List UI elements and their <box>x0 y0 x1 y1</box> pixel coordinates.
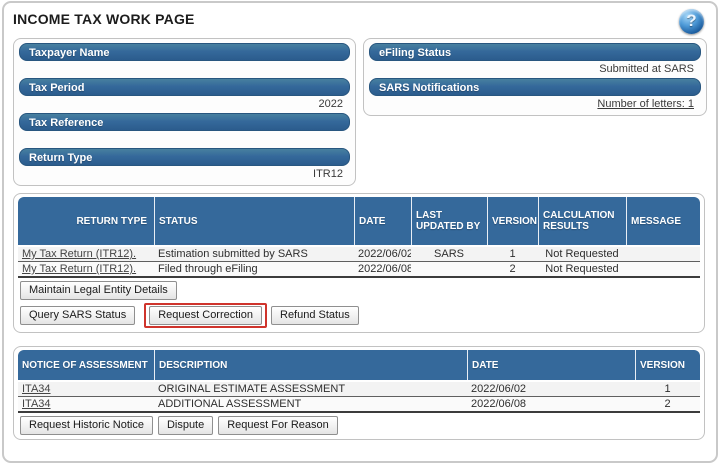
notice-date-cell: 2022/06/08 <box>467 397 635 413</box>
request-for-reason-button[interactable]: Request For Reason <box>218 416 338 435</box>
notice-version-cell: 1 <box>635 380 700 397</box>
maintain-legal-entity-details-button[interactable]: Maintain Legal Entity Details <box>20 281 177 300</box>
taxpayer-info-panel: Taxpayer Name Tax Period 2022 Tax Refere… <box>13 38 356 186</box>
ita34-link[interactable]: ITA34 <box>22 383 51 395</box>
returns-table: RETURN TYPE STATUS DATE LAST UPDATED BY … <box>18 197 700 278</box>
tax-period-value: 2022 <box>19 96 350 113</box>
version-cell: 2 <box>487 262 538 278</box>
work-page-frame: INCOME TAX WORK PAGE ? Taxpayer Name Tax… <box>2 1 718 463</box>
status-cell: Filed through eFiling <box>154 262 354 278</box>
notice-row-2: ITA34 ADDITIONAL ASSESSMENT 2022/06/08 2 <box>18 397 700 413</box>
message-cell <box>626 262 700 278</box>
return-row-1: My Tax Return (ITR12). Estimation submit… <box>18 245 700 262</box>
query-sars-status-button[interactable]: Query SARS Status <box>20 306 135 325</box>
tax-reference-value <box>19 131 350 148</box>
info-panels: Taxpayer Name Tax Period 2022 Tax Refere… <box>13 38 707 186</box>
col-status: STATUS <box>154 197 354 245</box>
sars-notifications-header: SARS Notifications <box>369 78 701 96</box>
notices-section: NOTICE OF ASSESSMENT DESCRIPTION DATE VE… <box>13 346 705 440</box>
return-row-2: My Tax Return (ITR12). Filed through eFi… <box>18 262 700 278</box>
notices-table: NOTICE OF ASSESSMENT DESCRIPTION DATE VE… <box>18 350 700 413</box>
version-cell: 1 <box>487 245 538 262</box>
message-cell <box>626 245 700 262</box>
efiling-status-value: Submitted at SARS <box>369 61 701 78</box>
date-cell: 2022/06/08 <box>354 262 411 278</box>
description-cell: ORIGINAL ESTIMATE ASSESSMENT <box>154 380 467 397</box>
status-info-panel: eFiling Status Submitted at SARS SARS No… <box>363 38 707 116</box>
col-message: MESSAGE <box>626 197 700 245</box>
col-version: VERSION <box>487 197 538 245</box>
request-historic-notice-button[interactable]: Request Historic Notice <box>20 416 153 435</box>
calculation-results-cell: Not Requested <box>538 245 626 262</box>
status-cell: Estimation submitted by SARS <box>154 245 354 262</box>
my-tax-return-link[interactable]: My Tax Return (ITR12). <box>22 263 136 275</box>
return-type-cell: My Tax Return (ITR12). <box>18 262 154 278</box>
return-type-header: Return Type <box>19 148 350 166</box>
sars-notifications-value: Number of letters: 1 <box>369 96 701 113</box>
col-date: DATE <box>354 197 411 245</box>
col-last-updated-by: LAST UPDATED BY <box>411 197 487 245</box>
col-notice-date: DATE <box>467 350 635 380</box>
returns-buttons-row-1: Maintain Legal Entity Details <box>20 281 700 300</box>
col-notice-version: VERSION <box>635 350 700 380</box>
notice-cell: ITA34 <box>18 380 154 397</box>
col-calculation-results: CALCULATION RESULTS <box>538 197 626 245</box>
calculation-results-cell: Not Requested <box>538 262 626 278</box>
notices-buttons-row: Request Historic Notice Dispute Request Fo… <box>20 416 700 435</box>
notice-date-cell: 2022/06/02 <box>467 380 635 397</box>
taxpayer-name-header: Taxpayer Name <box>19 43 350 61</box>
my-tax-return-link[interactable]: My Tax Return (ITR12). <box>22 248 136 260</box>
description-cell: ADDITIONAL ASSESSMENT <box>154 397 467 413</box>
return-type-value: ITR12 <box>19 166 350 183</box>
tax-period-header: Tax Period <box>19 78 350 96</box>
efiling-status-header: eFiling Status <box>369 43 701 61</box>
ita34-link[interactable]: ITA34 <box>22 398 51 410</box>
notice-version-cell: 2 <box>635 397 700 413</box>
notice-cell: ITA34 <box>18 397 154 413</box>
returns-header-row: RETURN TYPE STATUS DATE LAST UPDATED BY … <box>18 197 700 245</box>
return-type-cell: My Tax Return (ITR12). <box>18 245 154 262</box>
page-title: INCOME TAX WORK PAGE <box>13 8 195 27</box>
taxpayer-name-value <box>19 61 350 78</box>
col-description: DESCRIPTION <box>154 350 467 380</box>
col-return-type: RETURN TYPE <box>18 197 154 245</box>
col-notice-of-assessment: NOTICE OF ASSESSMENT <box>18 350 154 380</box>
help-icon[interactable]: ? <box>679 9 704 34</box>
number-of-letters-link[interactable]: Number of letters: 1 <box>597 98 694 110</box>
date-cell: 2022/06/02 <box>354 245 411 262</box>
returns-section: RETURN TYPE STATUS DATE LAST UPDATED BY … <box>13 193 705 333</box>
refund-status-button[interactable]: Refund Status <box>271 306 359 325</box>
last-updated-by-cell: SARS <box>411 245 487 262</box>
returns-buttons-row-2: Query SARS Status Request Correction Refun… <box>20 303 700 328</box>
last-updated-by-cell <box>411 262 487 278</box>
notice-row-1: ITA34 ORIGINAL ESTIMATE ASSESSMENT 2022/… <box>18 380 700 397</box>
title-row: INCOME TAX WORK PAGE ? <box>13 8 707 38</box>
tax-reference-header: Tax Reference <box>19 113 350 131</box>
notices-header-row: NOTICE OF ASSESSMENT DESCRIPTION DATE VE… <box>18 350 700 380</box>
dispute-button[interactable]: Dispute <box>158 416 213 435</box>
request-correction-highlight: Request Correction <box>144 303 267 328</box>
request-correction-button[interactable]: Request Correction <box>149 306 262 325</box>
